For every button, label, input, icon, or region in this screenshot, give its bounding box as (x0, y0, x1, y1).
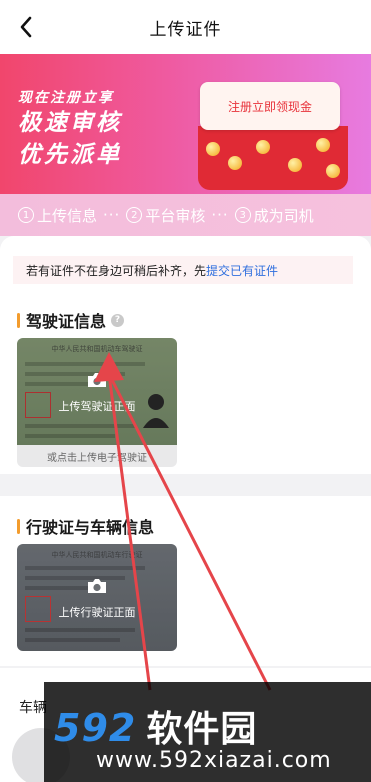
step-number: 2 (126, 207, 143, 223)
vehicle-section-label: 车辆 (19, 700, 47, 716)
upload-label: 上传驾驶证正面 (58, 400, 136, 413)
watermark-logo: 592 软件园 (54, 700, 257, 752)
chevron-left-icon (20, 16, 32, 38)
coin-icon (326, 164, 340, 178)
watermark: 592 软件园 www.592xiazai.com (44, 682, 371, 782)
promo-banner[interactable]: 现在注册立享 极速审核 优先派单 注册立即领现金 (0, 54, 371, 194)
step-separator: ··· (211, 206, 229, 224)
section-accent-bar (17, 312, 20, 328)
banner-text: 现在注册立享 极速审核 优先派单 (18, 87, 122, 171)
submit-existing-link[interactable]: 提交已有证件 (206, 262, 278, 279)
page-title: 上传证件 (149, 19, 222, 40)
step-number: 1 (18, 207, 34, 223)
coin-icon (316, 138, 330, 152)
vehicle-license-upload[interactable]: 中华人民共和国机动车行驶证 上传行驶证正面 (17, 544, 177, 651)
section-title-text: 驾驶证信息 (26, 312, 107, 331)
driver-license-card: 若有证件不在身边可稍后补齐，先 提交已有证件 驾驶证信息 ? 中华人民共和国机动… (0, 236, 371, 474)
section-title-vehicle-license: 行驶证与车辆信息 (17, 514, 154, 538)
coin-icon (288, 158, 302, 172)
watermark-brand-cn: 软件园 (146, 709, 258, 750)
section-accent-bar (17, 518, 20, 534)
envelope-body (198, 126, 348, 190)
upload-label: 上传行驶证正面 (58, 606, 136, 619)
banner-line-3: 优先派单 (18, 142, 122, 168)
notice-text: 若有证件不在身边可稍后补齐，先 (26, 263, 207, 278)
banner-line-2: 极速审核 (18, 110, 122, 136)
section-title-text: 行驶证与车辆信息 (26, 518, 155, 537)
step-number: 3 (234, 207, 251, 223)
vehicle-license-card: 行驶证与车辆信息 中华人民共和国机动车行驶证 上传行驶证正面 (0, 496, 371, 666)
page: 上传证件 现在注册立享 极速审核 优先派单 注册立即领现金 1 上传信息 ··· (0, 0, 371, 782)
back-button[interactable] (12, 13, 40, 41)
coin-icon (228, 156, 242, 170)
vehicle-license-sample-image: 中华人民共和国机动车行驶证 上传行驶证正面 (17, 544, 177, 651)
step-separator: ··· (103, 206, 121, 224)
step-label: 上传信息 (37, 206, 98, 225)
watermark-url: www.592xiazai.com (96, 748, 332, 773)
camera-icon (88, 373, 106, 387)
step-become-driver: 3 成为司机 (234, 205, 314, 226)
nav-bar: 上传证件 (0, 0, 371, 54)
help-icon[interactable]: ? (111, 313, 125, 327)
step-label: 成为司机 (253, 206, 314, 225)
banner-line-1: 现在注册立享 (18, 90, 114, 106)
coin-icon (206, 142, 220, 156)
section-title-driver-license: 驾驶证信息 ? (17, 308, 125, 332)
driver-license-upload[interactable]: 中华人民共和国机动车驾驶证 上传驾驶证正面 或点击上传电子驾驶证 (17, 338, 177, 467)
camera-icon (88, 579, 106, 593)
step-upload-info: 1 上传信息 (18, 205, 97, 226)
image-overlay (17, 338, 177, 445)
notice-bar: 若有证件不在身边可稍后补齐，先 提交已有证件 (13, 256, 353, 284)
upload-electronic-license-button[interactable]: 或点击上传电子驾驶证 (17, 445, 177, 467)
step-platform-review: 2 平台审核 (126, 205, 205, 226)
progress-steps: 1 上传信息 ··· 2 平台审核 ··· 3 成为司机 (0, 194, 371, 236)
envelope-card: 注册立即领现金 (200, 82, 340, 130)
red-envelope-illustration: 注册立即领现金 (198, 80, 348, 190)
step-label: 平台审核 (145, 206, 206, 225)
image-overlay (17, 544, 177, 651)
envelope-card-text: 注册立即领现金 (227, 99, 312, 114)
watermark-brand: 592 (54, 706, 137, 750)
driver-license-sample-image: 中华人民共和国机动车驾驶证 上传驾驶证正面 (17, 338, 177, 445)
coin-icon (256, 140, 270, 154)
